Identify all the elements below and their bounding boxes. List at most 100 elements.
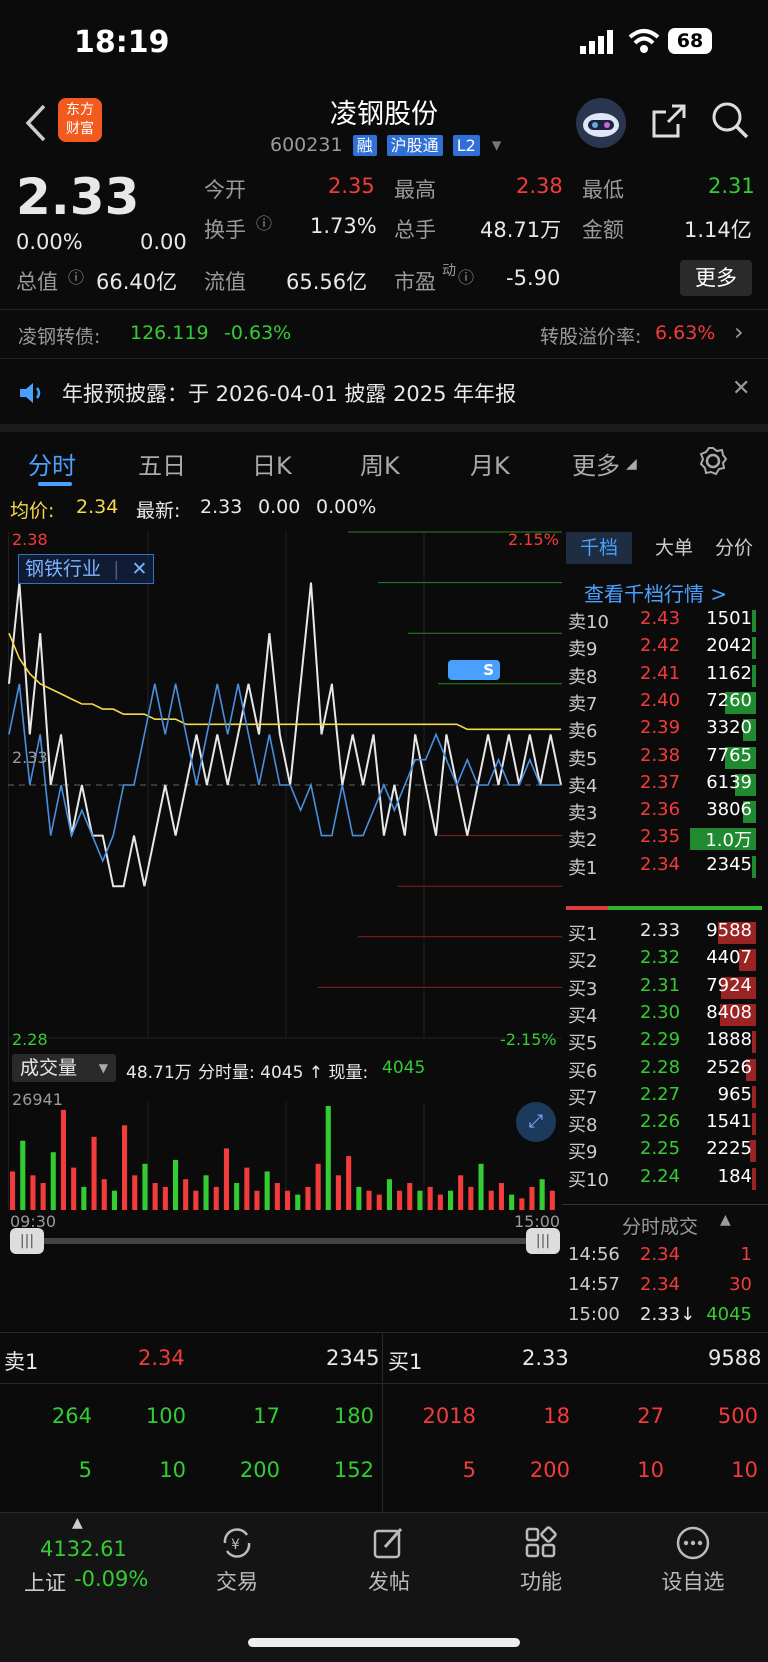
- volume-bar: [305, 1186, 311, 1210]
- notice-text: 年报预披露：于 2026-04-01 披露 2025 年年报: [62, 382, 517, 406]
- ask-row[interactable]: 卖7 2.40 7260: [568, 690, 764, 716]
- volume-bar: [71, 1167, 77, 1210]
- bid-volume-bar: [752, 1113, 756, 1136]
- range-handle-left[interactable]: |||: [10, 1228, 44, 1254]
- volume-bar: [111, 1190, 117, 1210]
- volume-bar: [386, 1179, 392, 1210]
- bid-row[interactable]: 买1 2.33 9588: [568, 920, 764, 946]
- industry-tag[interactable]: 钢铁行业 | ✕: [18, 554, 155, 584]
- expand-icon[interactable]: ⤢: [516, 1102, 556, 1142]
- ask-label: 卖9: [568, 639, 598, 661]
- bid-label: 买3: [568, 978, 598, 1000]
- bid-label: 买4: [568, 1005, 598, 1027]
- search-icon[interactable]: [710, 100, 750, 140]
- turnover-info-icon[interactable]: ⓘ: [256, 210, 272, 234]
- buy1-price: 2.33: [522, 1346, 569, 1370]
- nav-function[interactable]: 功能: [466, 1513, 616, 1596]
- tick-volume: 1: [740, 1244, 752, 1265]
- tab-price-distribution[interactable]: 分价: [702, 532, 766, 564]
- volume-bar: [203, 1175, 209, 1210]
- intraday-chart[interactable]: 2.38 2.15% 2.33 2.28 -2.15% 钢铁行业 | ✕ S 成…: [7, 526, 562, 1254]
- ask-row[interactable]: 卖2 2.35 1.0万: [568, 826, 764, 852]
- bid-row[interactable]: 买4 2.30 8408: [568, 1002, 764, 1028]
- volume-bar: [285, 1190, 291, 1210]
- ask-row[interactable]: 卖9 2.42 2042: [568, 635, 764, 661]
- ask-volume-bar: [752, 637, 756, 660]
- dropdown-icon[interactable]: ▾: [492, 134, 502, 156]
- signal-marker[interactable]: S: [448, 660, 500, 680]
- pe-info-icon[interactable]: ⓘ: [458, 264, 474, 288]
- ask-label: 卖10: [568, 612, 609, 633]
- volume-bar: [122, 1125, 128, 1210]
- view-thousand-link[interactable]: 查看千档行情 >: [584, 578, 727, 607]
- bid-volume: 1541: [706, 1111, 752, 1133]
- range-track[interactable]: [38, 1238, 538, 1244]
- volume-bar: [142, 1163, 148, 1210]
- tab-daily-k[interactable]: 日K: [252, 446, 292, 481]
- ask-row[interactable]: 卖6 2.39 3320: [568, 717, 764, 743]
- volume-bar: [101, 1179, 107, 1210]
- tab-weekly-k[interactable]: 周K: [360, 446, 400, 481]
- high-value: 2.38: [516, 174, 563, 198]
- level-order-cell: 5: [462, 1458, 476, 1482]
- nav-post[interactable]: 发帖: [314, 1513, 464, 1596]
- mid-price-label: 2.33: [12, 748, 48, 767]
- ask-row[interactable]: 卖3 2.36 3806: [568, 799, 764, 825]
- notice-bar[interactable]: 年报预披露：于 2026-04-01 披露 2025 年年报 ✕: [0, 362, 768, 424]
- gear-icon[interactable]: [698, 446, 728, 476]
- ask-row[interactable]: 卖1 2.34 2345: [568, 854, 764, 880]
- convertible-bond-row[interactable]: 凌钢转债: 126.119 -0.63% 转股溢价率: 6.63% ›: [0, 309, 768, 359]
- level2-tag: L2: [452, 135, 480, 156]
- more-button[interactable]: 更多: [680, 260, 752, 296]
- ask-volume: 2042: [706, 635, 752, 657]
- bid-row[interactable]: 买8 2.26 1541: [568, 1111, 764, 1137]
- level-order-cell: 5: [78, 1458, 92, 1482]
- range-handle-right[interactable]: |||: [526, 1228, 560, 1254]
- bid-row[interactable]: 买5 2.29 1888: [568, 1029, 764, 1055]
- tab-big-order[interactable]: 大单: [644, 532, 704, 564]
- nav-trade[interactable]: ¥ 交易: [162, 1513, 312, 1596]
- ask-label: 卖7: [568, 693, 598, 715]
- level-order-cell: 10: [159, 1458, 186, 1482]
- ask-row[interactable]: 卖5 2.38 7765: [568, 745, 764, 771]
- ask-row[interactable]: 卖10 2.43 1501: [568, 608, 764, 634]
- robot-assistant-icon[interactable]: [574, 96, 628, 150]
- volume-bar: [498, 1183, 504, 1210]
- nav-add-watchlist[interactable]: 设自选: [618, 1513, 768, 1596]
- info-icon[interactable]: ⓘ: [68, 264, 84, 288]
- latest-percent: 0.00%: [316, 496, 377, 518]
- volume-bar: [295, 1194, 301, 1210]
- indicator-select[interactable]: 成交量 ▼: [12, 1054, 116, 1082]
- home-indicator: [248, 1638, 520, 1647]
- tab-monthly-k[interactable]: 月K: [470, 446, 510, 481]
- ask-row[interactable]: 卖8 2.41 1162: [568, 663, 764, 689]
- volume-bar: [10, 1171, 16, 1210]
- index-ticker[interactable]: ▲ 4132.61 上证 -0.09%: [0, 1513, 168, 1633]
- tab-five-day[interactable]: 五日: [138, 446, 186, 481]
- level-order-cell: 264: [51, 1404, 92, 1428]
- wifi-icon: [628, 29, 660, 53]
- share-icon[interactable]: [650, 102, 688, 140]
- bid-volume: 965: [717, 1083, 752, 1105]
- ticks-title[interactable]: 分时成交: [622, 1212, 698, 1239]
- ask-label: 卖3: [568, 803, 598, 825]
- tick-price: 2.33↓: [640, 1304, 696, 1325]
- tab-thousand-level[interactable]: 千档: [566, 532, 632, 564]
- low-value: 2.31: [708, 174, 755, 198]
- bid-row[interactable]: 买2 2.32 4407: [568, 947, 764, 973]
- close-icon[interactable]: ✕: [732, 376, 750, 401]
- bid-row[interactable]: 买3 2.31 7924: [568, 975, 764, 1001]
- chart-tabs: 分时 五日 日K 周K 月K 更多 ◢: [0, 424, 768, 486]
- bid-row[interactable]: 买6 2.28 2526: [568, 1057, 764, 1083]
- volume-bar: [183, 1179, 189, 1210]
- close-icon[interactable]: ✕: [132, 558, 148, 580]
- bid-row[interactable]: 买7 2.27 965: [568, 1084, 764, 1110]
- tab-more[interactable]: 更多: [572, 446, 620, 481]
- avg-label: 均价:: [10, 500, 55, 522]
- ask-row[interactable]: 卖4 2.37 6139: [568, 772, 764, 798]
- latest-change: 0.00: [258, 496, 301, 518]
- tick-price: 2.34: [640, 1274, 681, 1295]
- tab-intraday[interactable]: 分时: [28, 446, 76, 481]
- bid-row[interactable]: 买10 2.24 184: [568, 1166, 764, 1192]
- bid-row[interactable]: 买9 2.25 2225: [568, 1138, 764, 1164]
